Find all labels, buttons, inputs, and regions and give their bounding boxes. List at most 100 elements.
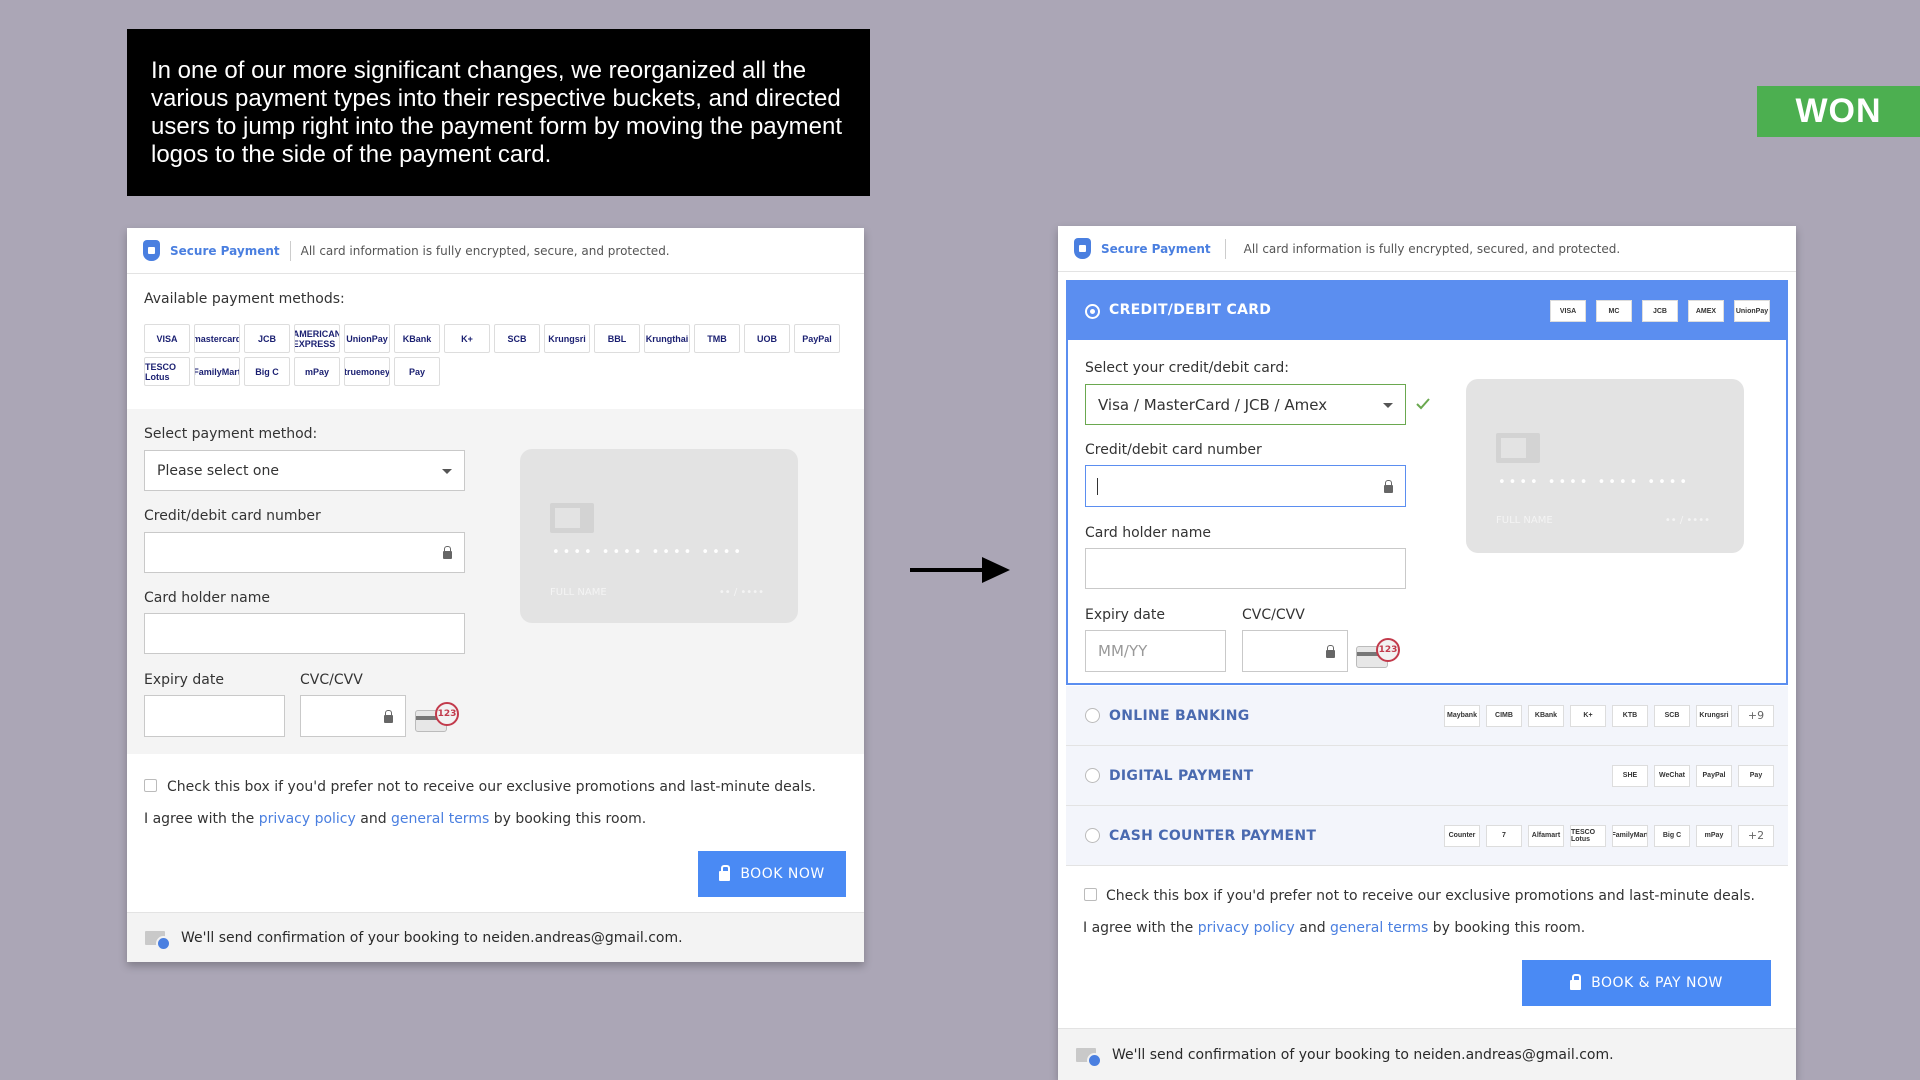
text-cursor bbox=[1097, 478, 1098, 495]
payment-logos: VISA mastercard JCB AMERICAN EXPRESS UnionPa… bbox=[144, 324, 844, 386]
payment-logo: Counter bbox=[1444, 824, 1480, 847]
credit-card-header[interactable]: CREDIT/DEBIT CARD VISA MC JCB AMEX UnionPay bbox=[1068, 282, 1786, 340]
holder-label: Card holder name bbox=[1085, 525, 1211, 541]
card-number-input[interactable] bbox=[144, 532, 465, 573]
lock-icon bbox=[719, 865, 731, 881]
cvv-help-icon: 123 bbox=[1356, 638, 1400, 668]
payment-logo: PayPal bbox=[794, 324, 840, 353]
mail-check-icon bbox=[145, 930, 171, 951]
more-count-badge: +2 bbox=[1738, 824, 1774, 847]
expiry-label: Expiry date bbox=[1085, 607, 1165, 623]
payment-logo: Maybank bbox=[1444, 704, 1480, 727]
credit-radio[interactable] bbox=[1085, 304, 1100, 319]
promo-text: Check this box if you'd prefer not to re… bbox=[167, 779, 816, 795]
arrow-right-icon bbox=[910, 557, 1010, 583]
card-type-select[interactable]: Visa / MasterCard / JCB / Amex bbox=[1085, 384, 1406, 425]
payment-logo: mastercard bbox=[194, 324, 240, 353]
card-preview: •••• •••• •••• •••• FULL NAME •• / •••• bbox=[520, 449, 798, 623]
payment-logo: SCB bbox=[1654, 704, 1690, 727]
cvc-input[interactable] bbox=[300, 695, 406, 737]
payment-logo: UnionPay bbox=[344, 324, 390, 353]
payment-logo: truemoney bbox=[344, 357, 390, 386]
terms-link[interactable]: general terms bbox=[391, 811, 489, 827]
book-now-button[interactable]: BOOK NOW bbox=[698, 851, 846, 897]
card-number-label: Credit/debit card number bbox=[144, 508, 321, 524]
divider bbox=[289, 240, 291, 261]
payment-logo: TMB bbox=[694, 324, 740, 353]
online-banking-label: ONLINE BANKING bbox=[1109, 707, 1250, 724]
shield-lock-icon bbox=[1074, 238, 1091, 259]
cash-logos: Counter 7 Alfamart TESCO Lotus FamilyMart Big… bbox=[1438, 824, 1774, 847]
cash-counter-radio[interactable] bbox=[1085, 828, 1100, 843]
cash-counter-row[interactable]: CASH COUNTER PAYMENT Counter 7 Alfamart TES… bbox=[1066, 806, 1788, 866]
select-value: Please select one bbox=[157, 462, 279, 479]
card-number-input[interactable] bbox=[1085, 465, 1406, 507]
expiry-placeholder: MM/YY bbox=[1098, 642, 1148, 660]
payment-method-select[interactable]: Please select one bbox=[144, 450, 465, 491]
promo-text: Check this box if you'd prefer not to re… bbox=[1106, 888, 1755, 904]
online-logos: Maybank CIMB KBank K+ KTB SCB Krungsri +9 bbox=[1438, 704, 1774, 727]
lock-icon bbox=[443, 546, 452, 559]
payment-logo: SCB bbox=[494, 324, 540, 353]
expiry-label: Expiry date bbox=[144, 672, 224, 688]
lock-icon bbox=[1570, 974, 1582, 990]
privacy-link[interactable]: privacy policy bbox=[1198, 920, 1295, 936]
agree-text: I agree with the privacy policy and gene… bbox=[1083, 920, 1586, 936]
online-banking-row[interactable]: ONLINE BANKING Maybank CIMB KBank K+ KTB SCB K… bbox=[1066, 686, 1788, 746]
expiry-input[interactable] bbox=[144, 695, 285, 737]
payment-logo: Big C bbox=[244, 357, 290, 386]
divider bbox=[1224, 238, 1226, 259]
promo-checkbox[interactable] bbox=[1084, 888, 1097, 901]
card-name: FULL NAME bbox=[550, 587, 607, 598]
terms-link[interactable]: general terms bbox=[1330, 920, 1428, 936]
secure-label: Secure Payment bbox=[170, 243, 280, 258]
cash-counter-label: CASH COUNTER PAYMENT bbox=[1109, 827, 1317, 844]
mail-check-icon bbox=[1076, 1047, 1102, 1068]
credit-logos: VISA MC JCB AMEX UnionPay bbox=[1544, 300, 1770, 322]
payment-logo: UOB bbox=[744, 324, 790, 353]
payment-panel-after: Secure Payment All card information is f… bbox=[1058, 226, 1796, 1080]
digital-payment-row[interactable]: DIGITAL PAYMENT SHE WeChat PayPal Pay bbox=[1066, 746, 1788, 806]
payment-logo: AMEX bbox=[1688, 300, 1724, 322]
secure-bar: Secure Payment All card information is f… bbox=[1058, 226, 1796, 272]
agree-text: I agree with the privacy policy and gene… bbox=[144, 811, 647, 827]
secure-bar: Secure Payment All card information is f… bbox=[127, 228, 864, 274]
book-pay-now-button[interactable]: BOOK & PAY NOW bbox=[1522, 960, 1771, 1006]
payment-logo: K+ bbox=[1570, 704, 1606, 727]
payment-logo: AMERICAN EXPRESS bbox=[294, 324, 340, 353]
card-dots: •••• •••• •••• •••• bbox=[1498, 475, 1691, 490]
cvc-input[interactable] bbox=[1242, 630, 1348, 672]
payment-logo: VISA bbox=[144, 324, 190, 353]
lock-icon bbox=[384, 710, 393, 723]
payment-logo: Pay bbox=[394, 357, 440, 386]
caption-text: In one of our more significant changes, … bbox=[151, 57, 842, 168]
card-name: FULL NAME bbox=[1496, 515, 1553, 526]
caption-box: In one of our more significant changes, … bbox=[127, 29, 870, 196]
online-banking-radio[interactable] bbox=[1085, 708, 1100, 723]
digital-payment-radio[interactable] bbox=[1085, 768, 1100, 783]
digital-logos: SHE WeChat PayPal Pay bbox=[1606, 764, 1774, 787]
confirmation-text: We'll send confirmation of your booking … bbox=[1112, 1046, 1614, 1063]
payment-logo: MC bbox=[1596, 300, 1632, 322]
payment-logo: UnionPay bbox=[1734, 300, 1770, 322]
privacy-link[interactable]: privacy policy bbox=[259, 811, 356, 827]
card-number-label: Credit/debit card number bbox=[1085, 442, 1262, 458]
select-value: Visa / MasterCard / JCB / Amex bbox=[1098, 395, 1328, 414]
confirmation-text: We'll send confirmation of your booking … bbox=[181, 929, 683, 946]
payment-logo: TESCO Lotus bbox=[1570, 824, 1606, 847]
expiry-input[interactable]: MM/YY bbox=[1085, 630, 1226, 672]
holder-name-input[interactable] bbox=[1085, 548, 1406, 589]
confirmation-footer: We'll send confirmation of your booking … bbox=[127, 912, 864, 962]
available-methods-label: Available payment methods: bbox=[144, 291, 345, 307]
promo-checkbox[interactable] bbox=[144, 779, 157, 792]
chevron-down-icon bbox=[442, 469, 452, 474]
payment-panel-before: Secure Payment All card information is f… bbox=[127, 228, 864, 962]
confirmation-footer: We'll send confirmation of your booking … bbox=[1058, 1028, 1796, 1080]
payment-logo: BBL bbox=[594, 324, 640, 353]
payment-logo: KTB bbox=[1612, 704, 1648, 727]
card-dots: •••• •••• •••• •••• bbox=[552, 545, 745, 560]
holder-name-input[interactable] bbox=[144, 613, 465, 654]
payment-logo: KBank bbox=[394, 324, 440, 353]
payment-logo: Krungthai bbox=[644, 324, 690, 353]
cvv-help-icon: 123 bbox=[415, 702, 459, 732]
